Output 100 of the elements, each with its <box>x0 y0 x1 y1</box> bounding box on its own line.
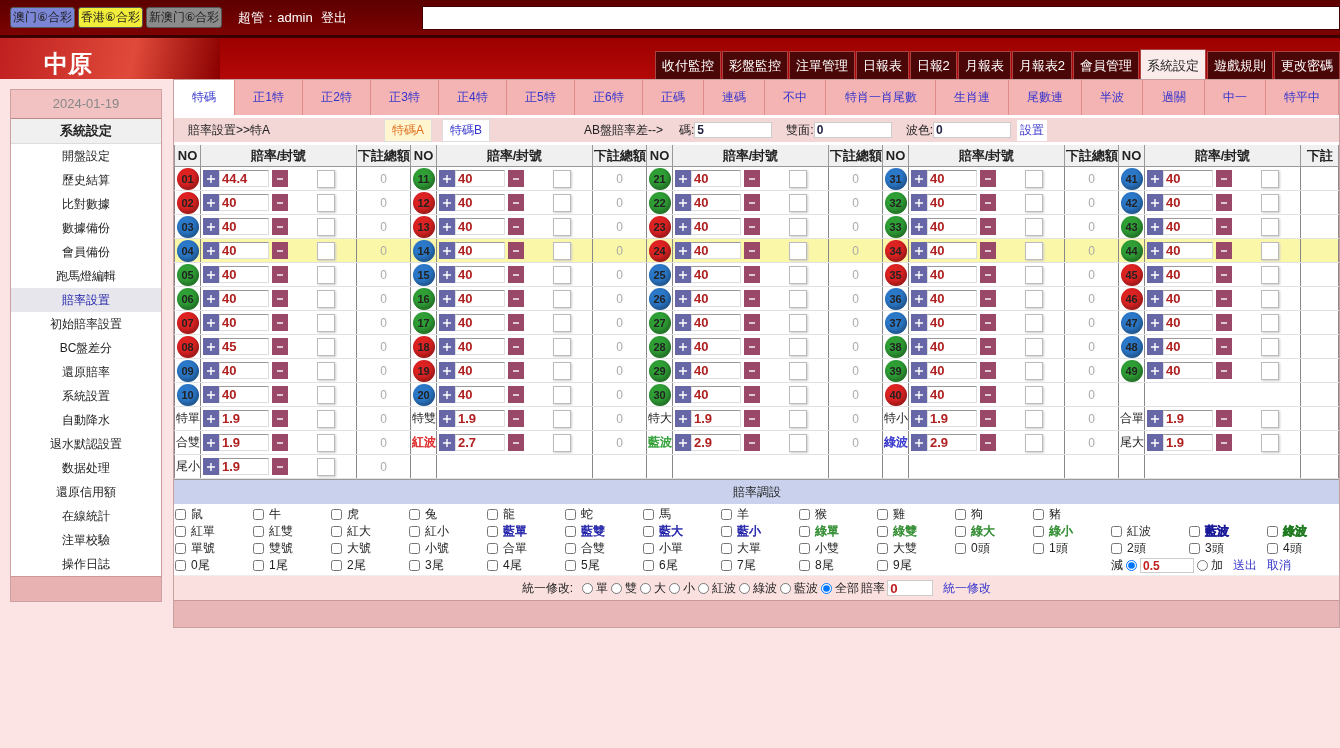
sub-tab[interactable]: 正2特 <box>303 80 372 115</box>
lock-field[interactable] <box>1025 265 1043 284</box>
nav-tab[interactable]: 系統設定 <box>1140 49 1206 79</box>
increase-button[interactable] <box>1147 242 1163 259</box>
odds-field[interactable]: 40 <box>219 194 269 211</box>
checkbox[interactable] <box>487 509 498 520</box>
sidebar-item[interactable]: 比對數據 <box>11 192 161 216</box>
decrease-button[interactable] <box>744 194 760 211</box>
sidebar-item[interactable]: 数据处理 <box>11 456 161 480</box>
checkbox[interactable] <box>409 526 420 537</box>
lock-field[interactable] <box>553 265 571 284</box>
checkbox[interactable] <box>253 526 264 537</box>
lock-field[interactable] <box>1025 409 1043 428</box>
checkbox[interactable] <box>331 560 342 571</box>
increase-button[interactable] <box>911 170 927 187</box>
checkbox[interactable] <box>799 543 810 554</box>
radio-button[interactable] <box>739 582 751 594</box>
sidebar-item[interactable]: 還原信用額 <box>11 480 161 504</box>
checkbox[interactable] <box>565 526 576 537</box>
odds-field[interactable]: 40 <box>455 218 505 235</box>
increase-button[interactable] <box>1147 434 1163 451</box>
sub-tab[interactable]: 半波 <box>1082 80 1144 115</box>
odds-field[interactable]: 40 <box>691 386 741 403</box>
checkbox[interactable] <box>331 526 342 537</box>
odds-field[interactable]: 40 <box>1163 314 1213 331</box>
checkbox[interactable] <box>1033 526 1044 537</box>
sidebar-item[interactable]: 賠率設置 <box>11 288 161 312</box>
decrease-button[interactable] <box>744 170 760 187</box>
increase-button[interactable] <box>1147 410 1163 427</box>
lock-field[interactable] <box>789 385 807 404</box>
sub-tab[interactable]: 正5特 <box>506 80 575 115</box>
increase-button[interactable] <box>203 194 219 211</box>
checkbox[interactable] <box>721 509 732 520</box>
sidebar-item[interactable]: 數據備份 <box>11 216 161 240</box>
lock-field[interactable] <box>789 313 807 332</box>
increase-button[interactable] <box>439 170 455 187</box>
odds-field[interactable]: 40 <box>927 362 977 379</box>
increase-button[interactable] <box>1147 170 1163 187</box>
decrease-button[interactable] <box>744 434 760 451</box>
odds-field[interactable]: 40 <box>927 218 977 235</box>
lock-field[interactable] <box>1261 169 1279 188</box>
top-field[interactable] <box>422 5 1340 30</box>
decrease-button[interactable] <box>508 410 524 427</box>
increase-button[interactable] <box>675 266 691 283</box>
lottery-tab[interactable]: 澳门⑥合彩 <box>10 7 75 28</box>
increase-button[interactable] <box>203 218 219 235</box>
lock-field[interactable] <box>553 169 571 188</box>
odds-field[interactable]: 40 <box>455 242 505 259</box>
increase-button[interactable] <box>203 362 219 379</box>
sub-tab[interactable]: 尾數連 <box>1008 80 1083 115</box>
decrease-button[interactable] <box>508 338 524 355</box>
odds-field[interactable]: 40 <box>219 362 269 379</box>
increase-button[interactable] <box>675 386 691 403</box>
odds-field[interactable]: 45 <box>219 338 269 355</box>
decrease-button[interactable] <box>1216 362 1232 379</box>
radio-button[interactable] <box>1197 560 1208 571</box>
checkbox[interactable] <box>1267 526 1278 537</box>
checkbox[interactable] <box>877 509 888 520</box>
lock-field[interactable] <box>317 217 335 236</box>
odds-field[interactable]: 40 <box>927 386 977 403</box>
radio-button[interactable] <box>1126 560 1137 571</box>
decrease-button[interactable] <box>744 218 760 235</box>
nav-tab[interactable]: 會員管理 <box>1073 51 1139 79</box>
odds-field[interactable]: 2.7 <box>455 434 505 451</box>
odds-field[interactable]: 40 <box>691 266 741 283</box>
lock-field[interactable] <box>553 409 571 428</box>
action-link[interactable]: 取消 <box>1267 557 1291 574</box>
checkbox[interactable] <box>1111 526 1122 537</box>
increase-button[interactable] <box>439 242 455 259</box>
checkbox[interactable] <box>487 560 498 571</box>
lock-field[interactable] <box>553 217 571 236</box>
increase-button[interactable] <box>675 338 691 355</box>
lock-field[interactable] <box>317 337 335 356</box>
increase-button[interactable] <box>439 266 455 283</box>
lock-field[interactable] <box>1261 265 1279 284</box>
decrease-button[interactable] <box>980 266 996 283</box>
increase-button[interactable] <box>911 290 927 307</box>
lock-field[interactable] <box>1261 241 1279 260</box>
lock-field[interactable] <box>553 361 571 380</box>
checkbox[interactable] <box>877 560 888 571</box>
checkbox[interactable] <box>331 509 342 520</box>
decrease-button[interactable] <box>508 266 524 283</box>
sidebar-item[interactable]: 操作日誌 <box>11 552 161 576</box>
odds-field[interactable]: 40 <box>927 314 977 331</box>
increase-button[interactable] <box>911 194 927 211</box>
odds-field[interactable]: 40 <box>691 170 741 187</box>
sub-tab[interactable]: 不中 <box>765 80 827 115</box>
radio-button[interactable] <box>640 582 652 594</box>
sidebar-item[interactable]: 跑馬燈編輯 <box>11 264 161 288</box>
decrease-button[interactable] <box>508 242 524 259</box>
increase-button[interactable] <box>675 314 691 331</box>
decrease-button[interactable] <box>980 242 996 259</box>
decrease-button[interactable] <box>272 362 288 379</box>
checkbox[interactable] <box>643 543 654 554</box>
increase-button[interactable] <box>203 386 219 403</box>
sub-tab[interactable]: 正4特 <box>439 80 507 115</box>
checkbox[interactable] <box>565 543 576 554</box>
increase-button[interactable] <box>203 242 219 259</box>
increase-button[interactable] <box>203 266 219 283</box>
odds-field[interactable]: 2.9 <box>927 434 977 451</box>
